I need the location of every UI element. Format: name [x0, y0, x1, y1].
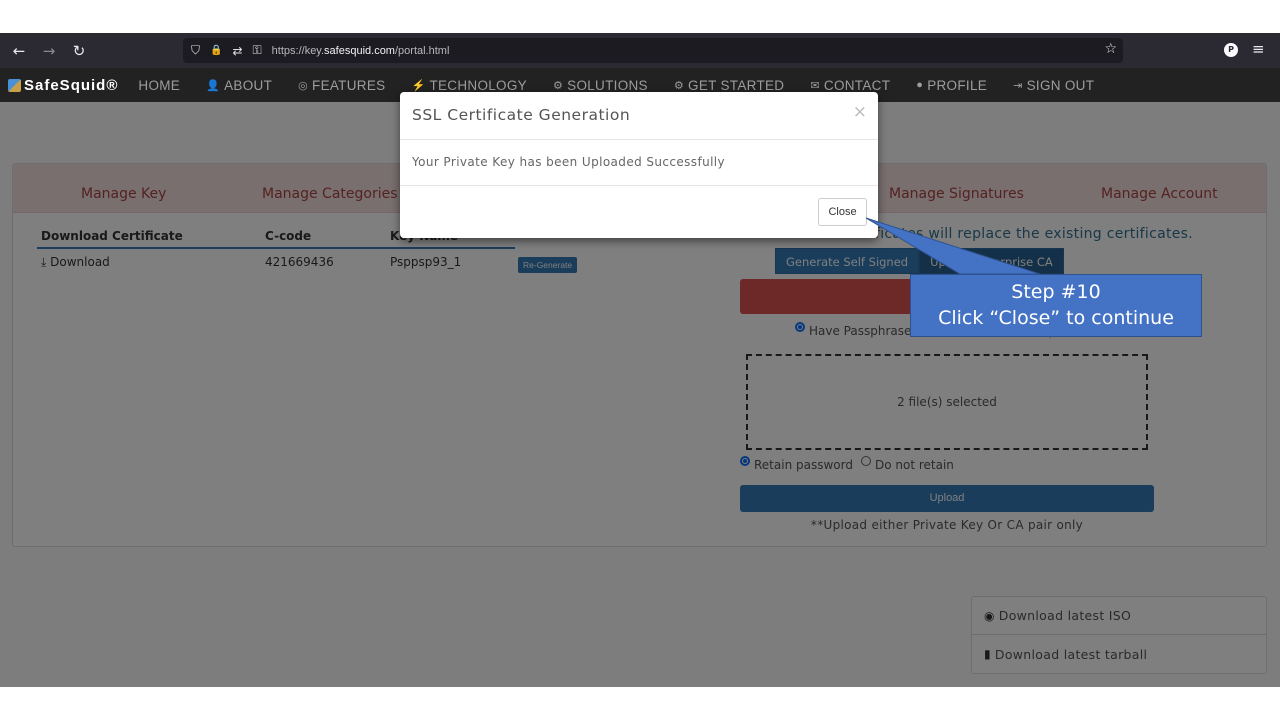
gears-icon: ⚙ — [673, 79, 685, 92]
nav-label: CONTACT — [823, 77, 891, 93]
url-path: /portal.html — [394, 44, 450, 57]
nav-label: PROFILE — [927, 77, 988, 93]
safesquid-logo[interactable]: SafeSquid® — [8, 77, 118, 94]
step-callout: Step #10 Click “Close” to continue — [910, 274, 1202, 337]
key-icon[interactable]: ⚿ — [253, 43, 262, 58]
nav-label: TECHNOLOGY — [429, 77, 527, 93]
nav-get-started[interactable]: ⚙ GET STARTED — [674, 78, 785, 93]
nav-label: GET STARTED — [688, 77, 785, 93]
nav-solutions[interactable]: ⚙ SOLUTIONS — [553, 78, 648, 93]
hamburger-menu-icon[interactable]: ≡ — [1252, 40, 1265, 58]
nav-label: FEATURES — [312, 77, 386, 93]
back-icon[interactable]: ← — [4, 42, 34, 60]
bolt-icon: ⚡ — [411, 79, 426, 92]
callout-instruction: Click “Close” to continue — [938, 307, 1174, 329]
nav-label: ABOUT — [224, 77, 273, 93]
nav-label: HOME — [138, 77, 181, 93]
forward-icon[interactable]: → — [34, 42, 64, 60]
close-x-icon[interactable]: × — [853, 102, 867, 122]
nav-label: SIGN OUT — [1026, 77, 1095, 93]
envelope-icon: ✉ — [810, 79, 820, 92]
nav-about[interactable]: 👤 ABOUT — [206, 78, 272, 93]
sign-out-icon: ⇥ — [1013, 79, 1023, 92]
browser-toolbar: ← → ↻ ⛉ 🔒 ⇄ ⚿ https://key.safesquid.com/… — [0, 33, 1280, 68]
lock-icon[interactable]: 🔒 — [210, 45, 222, 56]
nav-sign-out[interactable]: ⇥ SIGN OUT — [1013, 78, 1094, 93]
bookmark-star-icon[interactable]: ☆ — [1104, 41, 1117, 57]
shield-icon[interactable]: ⛉ — [191, 43, 200, 58]
modal-body: Your Private Key has been Uploaded Succe… — [400, 140, 878, 186]
close-button[interactable]: Close — [818, 198, 867, 226]
nav-features[interactable]: ◎ FEATURES — [298, 78, 385, 93]
modal-header: SSL Certificate Generation × — [400, 92, 878, 140]
nav-contact[interactable]: ✉ CONTACT — [810, 78, 890, 93]
permissions-icon[interactable]: ⇄ — [232, 44, 242, 58]
reload-icon[interactable]: ↻ — [64, 42, 94, 60]
nav-home[interactable]: HOME — [138, 78, 180, 93]
profile-avatar[interactable]: P — [1224, 43, 1238, 57]
url-text[interactable]: https://key.safesquid.com/portal.html — [272, 45, 450, 57]
url-prefix: https://key. — [271, 44, 325, 57]
user-circle-icon: ● — [916, 79, 924, 91]
nav-label: SOLUTIONS — [567, 77, 648, 93]
callout-step: Step #10 — [1011, 281, 1101, 303]
nav-technology[interactable]: ⚡ TECHNOLOGY — [411, 78, 527, 93]
gears-icon: ⚙ — [552, 79, 564, 92]
user-icon: 👤 — [206, 79, 221, 92]
url-domain: safesquid.com — [324, 44, 395, 57]
modal-message: Your Private Key has been Uploaded Succe… — [412, 155, 726, 169]
target-icon: ◎ — [298, 79, 309, 92]
address-bar[interactable]: ⛉ 🔒 ⇄ ⚿ https://key.safesquid.com/portal… — [183, 38, 1123, 63]
squid-logo-icon — [8, 78, 21, 92]
ssl-certificate-modal: SSL Certificate Generation × Your Privat… — [400, 92, 878, 238]
modal-title: SSL Certificate Generation — [412, 106, 631, 124]
logo-text: SafeSquid® — [24, 76, 119, 94]
nav-profile[interactable]: ● PROFILE — [916, 78, 987, 93]
